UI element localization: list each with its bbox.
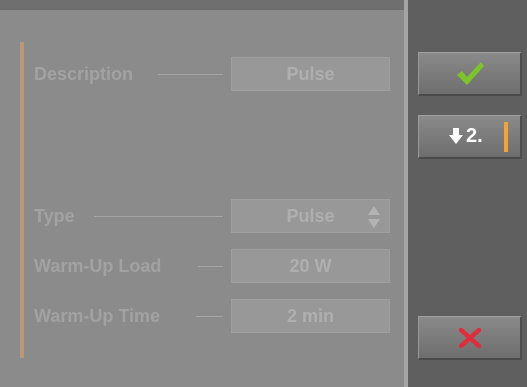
step-indicator xyxy=(504,122,508,152)
type-label: Type xyxy=(34,206,75,226)
warmup-load-field[interactable]: 20 W xyxy=(231,249,390,283)
accent-line xyxy=(20,42,24,358)
warmup-load-row: Warm-Up Load 20 W xyxy=(34,249,390,283)
warmup-time-row: Warm-Up Time 2 min xyxy=(34,299,390,333)
warmup-time-rule xyxy=(196,316,223,317)
close-icon xyxy=(458,327,481,348)
spinner-arrows-icon[interactable] xyxy=(367,205,381,229)
confirm-button[interactable] xyxy=(418,52,522,96)
warmup-load-rule xyxy=(198,266,223,267)
action-sidebar: 2. xyxy=(408,0,527,387)
description-rule xyxy=(158,74,223,75)
next-step-button[interactable]: 2. xyxy=(418,115,522,159)
warmup-time-label: Warm-Up Time xyxy=(34,306,161,326)
arrow-down-icon xyxy=(449,128,463,144)
type-select-value: Pulse xyxy=(286,206,335,226)
description-row: Description Pulse xyxy=(34,57,390,91)
warmup-load-label: Warm-Up Load xyxy=(34,256,162,276)
checkmark-icon xyxy=(456,61,484,85)
type-row: Type Pulse xyxy=(34,199,390,233)
warmup-time-field[interactable]: 2 min xyxy=(231,299,390,333)
next-step-label: 2. xyxy=(466,125,483,147)
description-label: Description xyxy=(34,64,134,84)
cancel-button[interactable] xyxy=(418,316,522,360)
type-select[interactable]: Pulse xyxy=(231,199,390,233)
type-rule xyxy=(94,216,223,217)
description-field[interactable]: Pulse xyxy=(231,57,390,91)
